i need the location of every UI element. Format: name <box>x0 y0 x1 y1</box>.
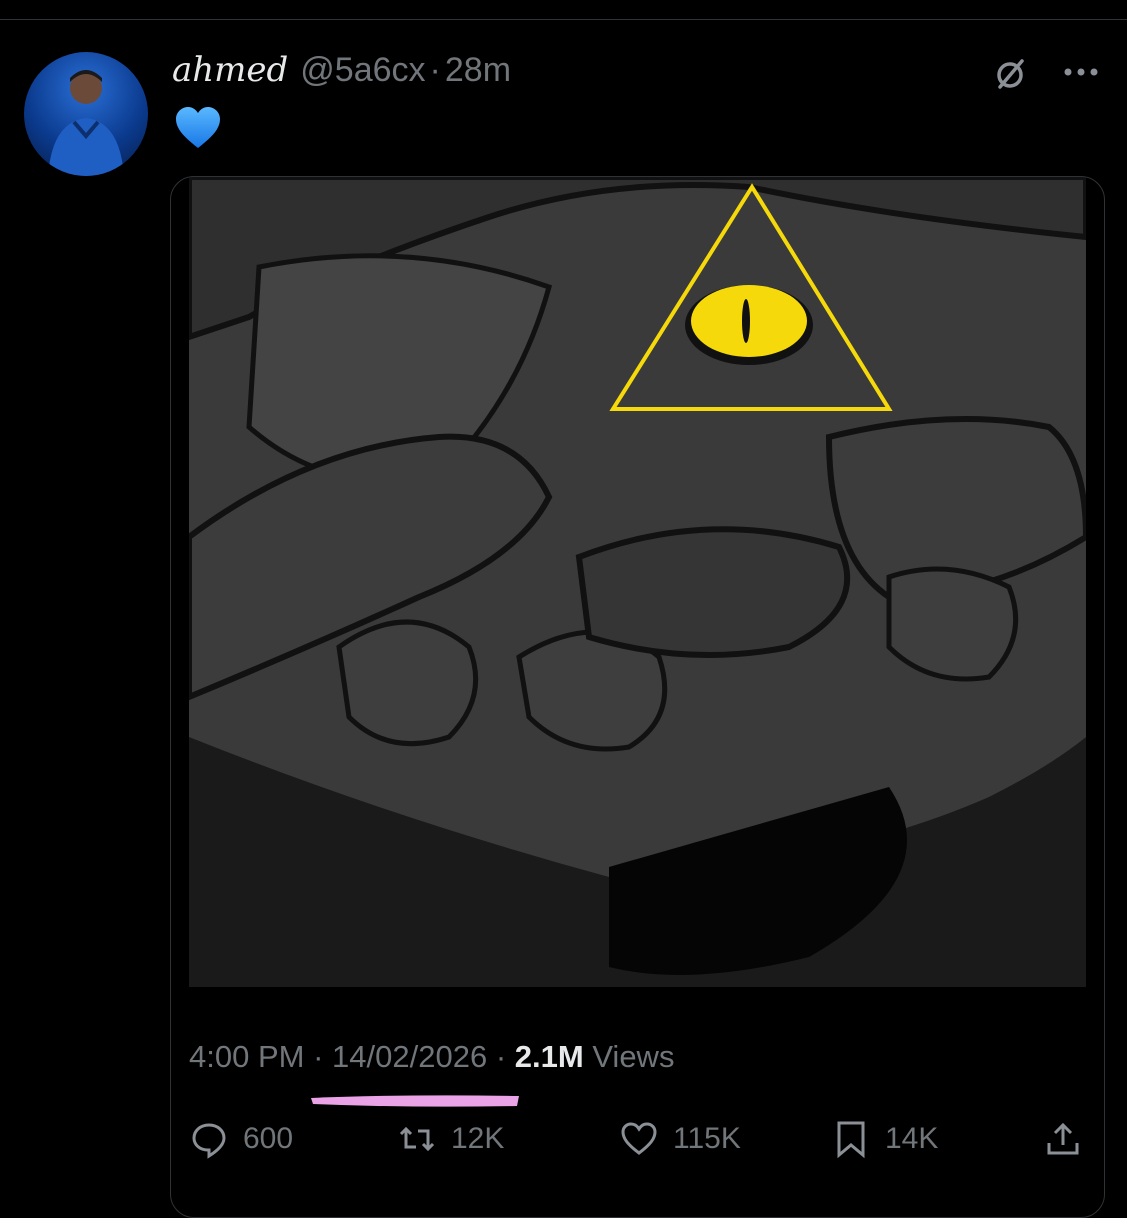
share-button[interactable] <box>1043 1117 1083 1161</box>
reply-count: 600 <box>243 1122 294 1155</box>
blue-heart-emoji <box>176 107 220 148</box>
avatar[interactable] <box>24 52 148 176</box>
repost-count: 12K <box>451 1122 505 1155</box>
post-time[interactable]: 28m <box>445 51 511 90</box>
post-timestamp-time[interactable]: 4:00 PM <box>189 1039 304 1074</box>
header-separator: · <box>429 51 441 89</box>
share-icon <box>1047 1122 1079 1155</box>
action-bar: 600 12K 115K 14K <box>189 1117 1089 1161</box>
post-meta: 4:00 PM · 14/02/2026 · 2.1M Views <box>189 1039 674 1075</box>
quoted-post-card[interactable]: 4:00 PM · 14/02/2026 · 2.1M Views 600 12… <box>170 176 1105 1218</box>
pink-highlight-mark <box>311 1095 519 1107</box>
avatar-image <box>48 70 124 176</box>
like-count: 115K <box>673 1122 741 1155</box>
repost-button[interactable]: 12K <box>397 1117 504 1161</box>
reply-icon <box>192 1123 226 1159</box>
display-name[interactable]: ahmed <box>172 50 288 90</box>
meta-separator: · <box>495 1039 507 1074</box>
views-label: Views <box>592 1039 675 1074</box>
bookmark-icon <box>837 1121 865 1159</box>
reply-button[interactable]: 600 <box>189 1117 293 1161</box>
top-divider <box>0 19 1127 20</box>
bookmark-count: 14K <box>885 1122 939 1155</box>
meta-separator: · <box>313 1039 324 1074</box>
post-header: ahmed @5a6cx · 28m <box>172 50 511 94</box>
like-button[interactable]: 115K <box>619 1117 741 1161</box>
like-icon <box>621 1122 657 1155</box>
views-count: 2.1M <box>514 1039 584 1074</box>
post-timestamp-date[interactable]: 14/02/2026 <box>332 1039 487 1074</box>
repost-icon <box>399 1126 435 1152</box>
more-icon[interactable] <box>1060 60 1102 84</box>
post-image[interactable] <box>189 177 1086 987</box>
bookmark-button[interactable]: 14K <box>831 1117 938 1161</box>
user-handle[interactable]: @5a6cx <box>300 51 425 90</box>
grok-icon[interactable] <box>992 56 1028 92</box>
